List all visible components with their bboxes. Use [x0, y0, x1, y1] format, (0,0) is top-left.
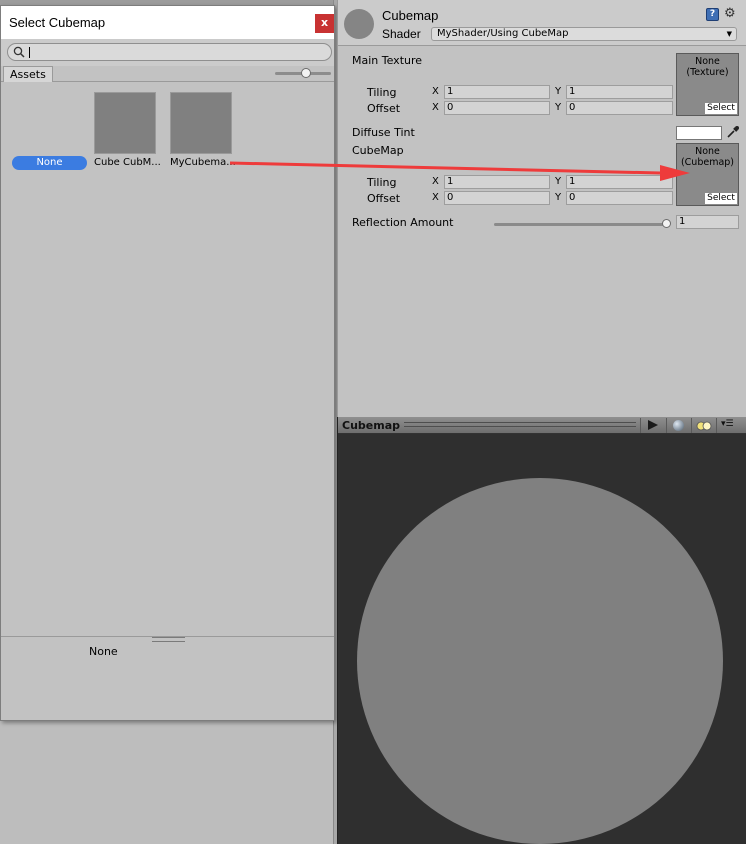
asset-label: Cube CubM...	[94, 157, 161, 168]
asset-thumbnail	[170, 92, 232, 154]
asset-thumbnail	[94, 92, 156, 154]
material-inspector: Cubemap Shader MyShader/Using CubeMap ▼ …	[337, 0, 746, 417]
close-button[interactable]: x	[315, 14, 334, 33]
sphere-icon	[673, 420, 684, 431]
search-icon	[13, 46, 25, 58]
selection-preview-text: None	[89, 645, 118, 658]
shader-dropdown[interactable]: MyShader/Using CubeMap ▼	[431, 27, 737, 41]
cubemap-tiling-x-field[interactable]: 1	[444, 175, 550, 189]
lights-icon	[696, 421, 712, 431]
reflection-amount-field[interactable]: 1	[676, 215, 739, 229]
menu-icon: ▾☰	[721, 419, 734, 429]
slot-line-1: None	[695, 56, 720, 67]
reflection-amount-label: Reflection Amount	[352, 216, 454, 229]
cubemap-offset-label: Offset	[367, 192, 401, 205]
help-icon[interactable]: ?	[706, 8, 719, 21]
cubemap-label: CubeMap	[352, 144, 404, 157]
slider-track	[494, 223, 670, 226]
material-icon	[344, 9, 374, 39]
diffuse-tint-color-field[interactable]	[676, 126, 722, 140]
play-button[interactable]	[640, 418, 664, 433]
cubemap-offset-y-field[interactable]: 0	[566, 191, 673, 205]
axis-x-label: X	[432, 176, 439, 187]
diffuse-tint-label: Diffuse Tint	[352, 126, 415, 139]
axis-y-label: Y	[555, 86, 562, 97]
main-texture-tiling-label: Tiling	[367, 86, 397, 99]
axis-y-label: Y	[555, 192, 562, 203]
asset-item-cube-cubemap[interactable]: Cube CubM...	[94, 92, 161, 168]
axis-x-label: X	[432, 102, 439, 113]
text-caret	[29, 47, 30, 58]
main-texture-slot[interactable]: None (Texture) Select	[676, 53, 739, 116]
preview-drag-handle[interactable]	[404, 422, 636, 427]
preview-shape-button[interactable]	[666, 418, 690, 433]
slider-thumb[interactable]	[662, 219, 671, 228]
preview-toolbar: Cubemap ▾☰	[338, 417, 746, 434]
asset-item-mycubemap[interactable]: MyCubema...	[170, 92, 236, 168]
asset-label: MyCubema...	[170, 157, 236, 168]
cubemap-tiling-y-field[interactable]: 1	[566, 175, 673, 189]
axis-x-label: X	[432, 86, 439, 97]
texture-slot-text: None (Texture)	[677, 56, 738, 78]
gear-icon[interactable]: ⚙	[724, 6, 736, 21]
preview-sphere	[357, 478, 723, 844]
asset-item-none[interactable]: None	[12, 156, 87, 170]
reflection-amount-slider[interactable]	[494, 219, 671, 228]
thumbnail-size-slider[interactable]	[275, 68, 331, 78]
cubemap-offset-x-field[interactable]: 0	[444, 191, 550, 205]
shader-value: MyShader/Using CubeMap	[437, 28, 569, 39]
preview-menu-button[interactable]: ▾☰	[716, 418, 746, 433]
shader-label: Shader	[382, 27, 421, 41]
material-name: Cubemap	[382, 8, 439, 23]
picker-titlebar[interactable]: Select Cubemap x	[1, 6, 334, 39]
cubemap-select-button[interactable]: Select	[705, 193, 737, 204]
main-texture-tiling-y-field[interactable]: 1	[566, 85, 673, 99]
material-preview-panel: Cubemap ▾☰	[337, 417, 746, 844]
eyedropper-icon[interactable]	[726, 125, 740, 139]
slider-thumb[interactable]	[301, 68, 311, 78]
slot-line-1: None	[695, 146, 720, 157]
main-texture-offset-y-field[interactable]: 0	[566, 101, 673, 115]
main-texture-offset-x-field[interactable]: 0	[444, 101, 550, 115]
axis-x-label: X	[432, 192, 439, 203]
main-texture-label: Main Texture	[352, 54, 423, 67]
axis-y-label: Y	[555, 102, 562, 113]
search-input[interactable]	[7, 43, 332, 61]
main-texture-select-button[interactable]: Select	[705, 103, 737, 114]
axis-y-label: Y	[555, 176, 562, 187]
chevron-down-icon: ▼	[726, 30, 732, 38]
slot-line-2: (Cubemap)	[680, 157, 735, 168]
cubemap-tiling-label: Tiling	[367, 176, 397, 189]
cubemap-slot[interactable]: None (Cubemap) Select	[676, 143, 739, 206]
slot-line-2: (Texture)	[686, 67, 729, 78]
search-row	[1, 39, 334, 66]
asset-grid: None Cube CubM... MyCubema...	[1, 83, 334, 635]
tab-assets[interactable]: Assets	[3, 66, 53, 82]
play-icon	[648, 420, 658, 430]
preview-resize-handle[interactable]	[152, 637, 185, 642]
inspector-header: Cubemap Shader MyShader/Using CubeMap ▼ …	[338, 0, 746, 46]
main-texture-tiling-x-field[interactable]: 1	[444, 85, 550, 99]
main-texture-offset-label: Offset	[367, 102, 401, 115]
select-cubemap-window: Select Cubemap x Assets None Cube CubM..…	[0, 5, 335, 721]
picker-title: Select Cubemap	[9, 15, 106, 30]
texture-slot-text: None (Cubemap)	[677, 146, 738, 168]
tab-row: Assets	[1, 66, 334, 82]
preview-lights-button[interactable]	[691, 418, 715, 433]
preview-title: Cubemap	[342, 419, 400, 432]
